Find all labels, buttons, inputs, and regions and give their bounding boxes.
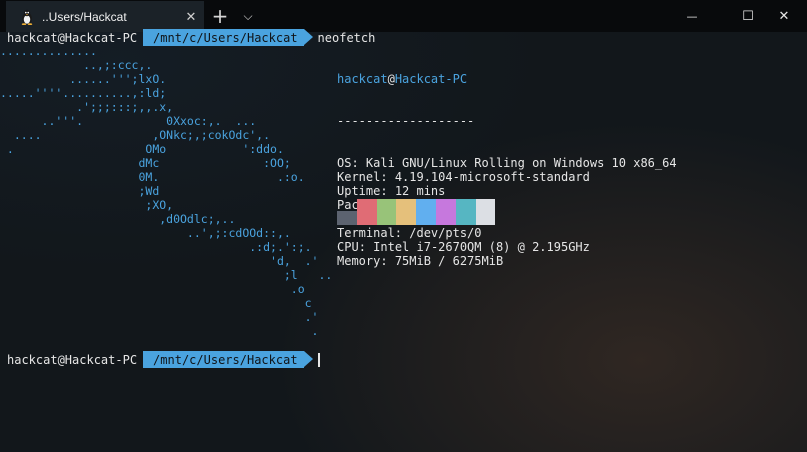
color-swatch xyxy=(416,199,436,225)
neofetch-info: hackcat@Hackcat-PC ------------------- O… xyxy=(337,44,677,296)
tux-penguin-icon xyxy=(16,6,38,28)
color-swatch xyxy=(475,199,496,225)
prompt-user: hackcat@Hackcat-PC xyxy=(7,352,138,367)
info-row: Kernel: 4.19.104-microsoft-standard xyxy=(337,170,590,184)
color-swatch xyxy=(396,199,417,225)
prompt-command: neofetch xyxy=(317,30,376,45)
prompt-line-2: hackcat@Hackcat-PC /mnt/c/Users/Hackcat xyxy=(7,351,320,368)
info-value: 12 mins xyxy=(394,184,446,198)
info-label: Memory xyxy=(337,254,381,268)
info-label: Kernel xyxy=(337,170,381,184)
info-label: Uptime xyxy=(337,184,381,198)
info-header: hackcat@Hackcat-PC xyxy=(337,72,468,86)
color-swatch xyxy=(376,199,397,225)
info-row: Uptime: 12 mins xyxy=(337,184,446,198)
info-row: OS: Kali GNU/Linux Rolling on Windows 10… xyxy=(337,156,677,170)
color-swatch xyxy=(455,199,476,225)
info-label: OS xyxy=(337,156,352,170)
terminal-window: ..Users/Hackcat ✕ + ⌵ — ☐ ✕ hackcat@Hack… xyxy=(0,0,807,452)
tab-hackcat[interactable]: ..Users/Hackcat ✕ xyxy=(6,1,204,32)
prompt-path: /mnt/c/Users/Hackcat xyxy=(143,351,313,368)
info-separator: ------------------- xyxy=(337,114,475,128)
new-tab-icon[interactable]: + xyxy=(206,0,234,32)
info-value: Intel i7-2670QM (8) @ 2.195GHz xyxy=(373,240,590,254)
info-value: Kali GNU/Linux Rolling on Windows 10 x86… xyxy=(365,156,677,170)
color-swatch xyxy=(435,199,456,225)
chevron-down-icon[interactable]: ⌵ xyxy=(234,0,262,32)
neofetch-ascii-logo: .............. ..,;:ccc,. ......''';lxO.… xyxy=(0,44,333,338)
title-bar: ..Users/Hackcat ✕ + ⌵ — ☐ ✕ xyxy=(0,0,807,32)
close-icon[interactable]: ✕ xyxy=(761,0,807,32)
color-swatch xyxy=(337,211,357,225)
prompt-user: hackcat@Hackcat-PC xyxy=(7,30,138,45)
close-tab-icon[interactable]: ✕ xyxy=(178,9,204,25)
color-palette xyxy=(337,199,496,225)
terminal-output[interactable]: hackcat@Hackcat-PC /mnt/c/Users/Hackcat … xyxy=(0,29,807,452)
text-cursor[interactable] xyxy=(317,352,320,367)
info-row: Terminal: /dev/pts/0 xyxy=(337,226,482,240)
info-value: 75MiB / 6275MiB xyxy=(394,254,504,268)
info-label: CPU xyxy=(337,240,359,254)
tab-title: ..Users/Hackcat xyxy=(42,9,127,24)
info-row: Memory: 75MiB / 6275MiB xyxy=(337,254,504,268)
info-label: Terminal xyxy=(337,226,395,240)
info-value: /dev/pts/0 xyxy=(409,226,482,240)
info-row: CPU: Intel i7-2670QM (8) @ 2.195GHz xyxy=(337,240,590,254)
minimize-icon[interactable]: — xyxy=(669,0,715,32)
color-swatch xyxy=(356,199,377,225)
info-value: 4.19.104-microsoft-standard xyxy=(394,170,590,184)
